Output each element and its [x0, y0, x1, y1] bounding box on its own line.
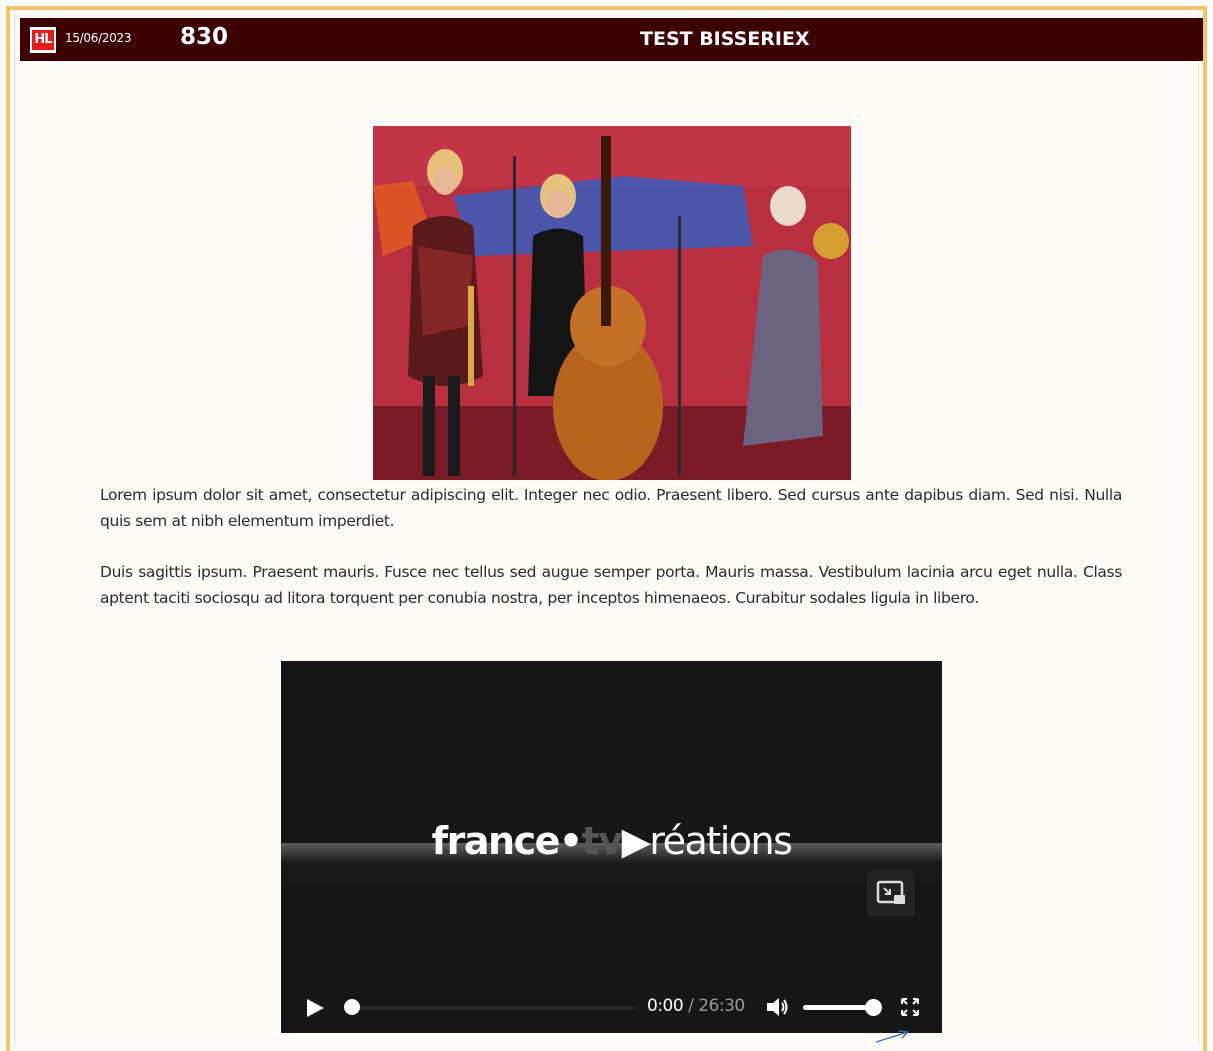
article-paragraph-2: Duis sagittis ipsum. Praesent mauris. Fu… — [100, 563, 1122, 607]
fullscreen-icon[interactable] — [900, 997, 920, 1017]
header-title: TEST BISSERIEX — [640, 28, 810, 50]
annotation-arrow-icon — [875, 1030, 910, 1043]
seek-handle[interactable] — [344, 999, 360, 1015]
hl-logo: HL — [30, 27, 56, 53]
brand-right: réations — [649, 819, 793, 863]
jazz-band-image — [373, 126, 851, 480]
picture-in-picture-icon — [876, 880, 905, 904]
volume-handle[interactable] — [865, 999, 882, 1016]
play-icon[interactable] — [305, 998, 325, 1018]
duration: 26:30 — [698, 996, 745, 1016]
video-player[interactable]: france•tv▶réations 0:00 / 26:30 — [281, 661, 942, 1033]
brand-left: france — [431, 819, 561, 863]
picture-in-picture-button[interactable] — [867, 869, 915, 917]
time-separator: / — [683, 996, 699, 1016]
article-photo — [373, 126, 851, 480]
video-controls: 0:00 / 26:30 — [281, 986, 942, 1028]
article-paragraph-1: Lorem ipsum dolor sit amet, consectetur … — [100, 486, 1122, 530]
volume-icon[interactable] — [765, 995, 791, 1019]
time-display: 0:00 / 26:30 — [647, 996, 745, 1016]
hl-logo-text: HL — [32, 30, 54, 50]
brand-tv: tv — [581, 819, 623, 863]
header-bar: HL 15/06/2023 830 TEST BISSERIEX — [20, 18, 1203, 61]
current-time: 0:00 — [647, 996, 684, 1016]
header-date: 15/06/2023 — [65, 31, 132, 45]
video-brand-logo: france•tv▶réations — [431, 819, 793, 863]
header-number: 830 — [180, 24, 229, 50]
seek-bar[interactable] — [352, 1006, 634, 1010]
